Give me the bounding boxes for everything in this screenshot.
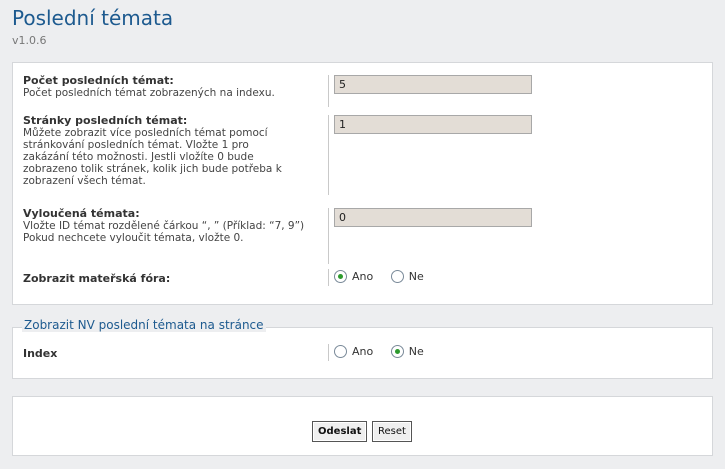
excluded-description-note: Pokud nechcete vyloučit témata, vložte 0… [23, 232, 244, 244]
version-label: v1.0.6 [12, 34, 47, 47]
reset-button[interactable]: Reset [372, 421, 412, 442]
excluded-input[interactable]: 0 [334, 208, 532, 227]
radio-unchecked-icon[interactable] [334, 345, 347, 358]
index-radio-yes[interactable]: Ano [334, 345, 373, 358]
pages-input[interactable]: 1 [334, 115, 532, 134]
radio-checked-icon[interactable] [334, 270, 347, 283]
row-divider [328, 344, 329, 361]
settings-panel: Počet posledních témat: Počet posledních… [12, 62, 713, 305]
row-divider [328, 115, 329, 195]
setting-row-count: Počet posledních témat: Počet posledních… [23, 75, 703, 107]
submit-button[interactable]: Odeslat [312, 421, 368, 442]
radio-checked-icon[interactable] [390, 345, 404, 358]
setting-row-index: Index Ano Ne [23, 344, 703, 362]
index-radio-no[interactable]: Ne [390, 345, 424, 358]
setting-row-pages: Stránky posledních témat: Můžete zobrazi… [23, 115, 703, 197]
row-divider [328, 208, 329, 264]
index-label: Index [23, 347, 58, 360]
display-panel: Index Ano Ne [12, 327, 713, 379]
display-section-legend: Zobrazit NV poslední témata na stránce [22, 318, 266, 332]
setting-row-parents: Zobrazit mateřská fóra: Ano Ne [23, 269, 703, 287]
count-description: Počet posledních témat zobrazených na in… [23, 87, 275, 99]
submit-panel: Odeslat Reset [12, 396, 713, 456]
pages-description: Můžete zobrazit více posledních témat po… [23, 127, 282, 187]
count-input[interactable]: 5 [334, 75, 532, 94]
parents-radio-no[interactable]: Ne [390, 270, 424, 283]
excluded-label: Vyloučená témata: [23, 207, 140, 220]
excluded-description: Vložte ID témat rozdělené čárkou “, ” (P… [23, 220, 305, 232]
parents-label: Zobrazit mateřská fóra: [23, 272, 171, 285]
radio-unchecked-icon[interactable] [390, 270, 404, 283]
page-title: Poslední témata [12, 6, 174, 30]
row-divider [328, 75, 329, 107]
setting-row-excluded: Vyloučená témata: Vložte ID témat rozděl… [23, 208, 703, 264]
count-label: Počet posledních témat: [23, 74, 174, 87]
parents-radio-yes[interactable]: Ano [334, 270, 373, 283]
page-header: Poslední témata v1.0.6 [12, 6, 173, 47]
pages-label: Stránky posledních témat: [23, 114, 188, 127]
row-divider [328, 269, 329, 286]
